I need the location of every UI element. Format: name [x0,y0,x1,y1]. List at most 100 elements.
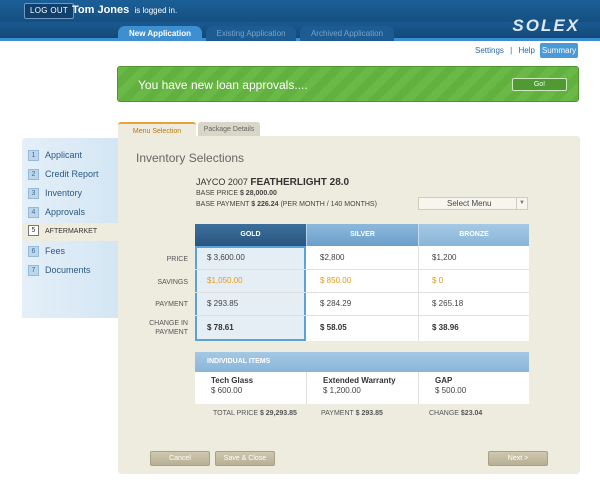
row-label-price: PRICE [166,256,188,263]
base-payment-value: $ 226.24 [251,201,279,208]
total-price: TOTAL PRICE $ 29,293.85 [213,410,297,417]
sidebar-item-approvals[interactable]: 4 Approvals [28,203,118,221]
silver-savings: $ 850.00 [320,276,352,285]
tab-existing-application[interactable]: Existing Application [206,26,296,41]
step-number: 2 [28,169,39,180]
user-name: Tom Jones [72,4,130,16]
base-price-label: BASE PRICE [196,190,239,197]
sidebar-item-documents[interactable]: 7 Documents [28,261,118,279]
sidebar-item-label: Credit Report [45,169,99,179]
logged-in-text: is logged in. [134,6,178,15]
row-label-payment: PAYMENT [155,301,188,308]
sidebar-item-inventory[interactable]: 3 Inventory [28,184,118,202]
item-price: $ 600.00 [211,386,243,395]
item-price: $ 1,200.00 [323,386,361,395]
select-value: Select Menu [447,199,492,208]
total-payment: PAYMENT $ 293.85 [321,410,383,417]
link-separator: | [510,46,513,55]
sidebar-item-label: Applicant [45,150,83,160]
next-button[interactable]: Next > [488,451,548,466]
vehicle-model: FEATHERLIGHT 28.0 [250,177,350,188]
sidebar-item-label: AFTERMARKET [45,228,98,235]
step-number: 1 [28,150,39,161]
step-number: 3 [28,188,39,199]
package-table: GOLD SILVER BRONZE $ 3,600.00 $1,050.00 … [195,224,529,341]
row-label-change-in-payment: CHANGE IN PAYMENT [149,320,188,336]
go-button[interactable]: Go! [512,78,567,91]
base-payment-terms: (PER MONTH / 140 MONTHS) [280,201,377,208]
chevron-down-icon[interactable]: ▼ [516,198,527,209]
help-link[interactable]: Help [518,46,534,55]
silver-payment: $ 284.29 [320,299,352,308]
row-divider [195,269,529,270]
bronze-savings: $ 0 [432,276,444,285]
tab-archived-application[interactable]: Archived Application [300,26,394,41]
menu-select[interactable]: Select Menu ▼ [418,197,528,210]
total-change-value: $23.04 [460,410,483,417]
individual-items-header: INDIVIDUAL ITEMS [195,352,529,372]
loan-approvals-banner: You have new loan approvals.... Go! [117,66,579,102]
package-header-bronze[interactable]: BRONZE [418,224,529,246]
brand-logo: SOLEX [512,16,580,35]
sidebar-item-credit-report[interactable]: 2 Credit Report [28,165,118,183]
step-number: 5 [28,225,39,236]
step-number: 6 [28,246,39,257]
gold-savings: $1,050.00 [207,276,243,285]
total-change: CHANGE $23.04 [429,410,482,417]
step-sidebar: 1 Applicant 2 Credit Report 3 Inventory 4 Ap… [22,138,122,318]
list-item[interactable]: GAP $ 500.00 [418,372,529,404]
bronze-change: $ 38.96 [432,323,459,332]
total-payment-label: PAYMENT [321,410,354,417]
sidebar-item-aftermarket[interactable]: 5 AFTERMARKET [22,223,122,241]
step-number: 4 [28,207,39,218]
banner-message: You have new loan approvals.... [138,78,308,92]
logout-button[interactable]: LOG OUT [24,3,75,19]
vehicle-year-make: JAYCO 2007 [196,177,248,187]
page-title: Inventory Selections [136,151,245,165]
base-payment: BASE PAYMENT $ 226.24 (PER MONTH / 140 M… [196,201,377,208]
total-price-value: $ 29,293.85 [259,410,297,417]
sidebar-item-label: Approvals [45,207,86,217]
summary-button[interactable]: Summary [540,43,578,58]
list-item[interactable]: Extended Warranty $ 1,200.00 [306,372,418,404]
settings-link[interactable]: Settings [475,46,504,55]
top-bar: LOG OUT Tom Jones is logged in. [0,0,600,22]
step-number: 7 [28,265,39,276]
item-name: Extended Warranty [323,376,396,385]
package-header-silver[interactable]: SILVER [306,224,418,246]
item-name: Tech Glass [211,376,254,385]
utility-links: Settings | Help [473,46,537,55]
row-divider [195,315,529,316]
base-price: BASE PRICE $ 28,000.00 [196,190,277,197]
save-close-button[interactable]: Save & Close [215,451,275,466]
row-label-savings: SAVINGS [157,279,188,286]
bronze-price: $1,200 [432,253,457,262]
sidebar-item-label: Fees [45,246,66,256]
sidebar-item-label: Inventory [45,188,83,198]
row-divider [195,292,529,293]
tab-new-application[interactable]: New Application [118,26,202,41]
main-panel: Inventory Selections JAYCO 2007 FEATHERL… [118,136,580,474]
cancel-button[interactable]: Cancel [150,451,210,466]
individual-items: INDIVIDUAL ITEMS Tech Glass $ 600.00 Ext… [195,352,529,404]
gold-change: $ 78.61 [207,323,234,332]
total-price-label: TOTAL PRICE [213,410,258,417]
vehicle-name: JAYCO 2007 FEATHERLIGHT 28.0 [196,177,349,188]
base-payment-label: BASE PAYMENT [196,201,250,208]
list-item[interactable]: Tech Glass $ 600.00 [195,372,306,404]
item-name: GAP [435,376,453,385]
total-change-label: CHANGE [429,410,459,417]
gold-price: $ 3,600.00 [207,253,245,262]
user-status: Tom Jones is logged in. [72,4,177,16]
sidebar-item-fees[interactable]: 6 Fees [28,242,118,260]
sidebar-item-label: Documents [45,265,91,275]
package-header-gold[interactable]: GOLD [195,224,306,246]
sidebar-item-applicant[interactable]: 1 Applicant [28,146,118,164]
main-nav: New Application Existing Application Arc… [0,22,600,41]
silver-change: $ 58.05 [320,323,347,332]
gold-payment: $ 293.85 [207,299,239,308]
item-price: $ 500.00 [435,386,467,395]
silver-price: $2,800 [320,253,345,262]
total-payment-value: $ 293.85 [355,410,383,417]
bronze-payment: $ 265.18 [432,299,464,308]
